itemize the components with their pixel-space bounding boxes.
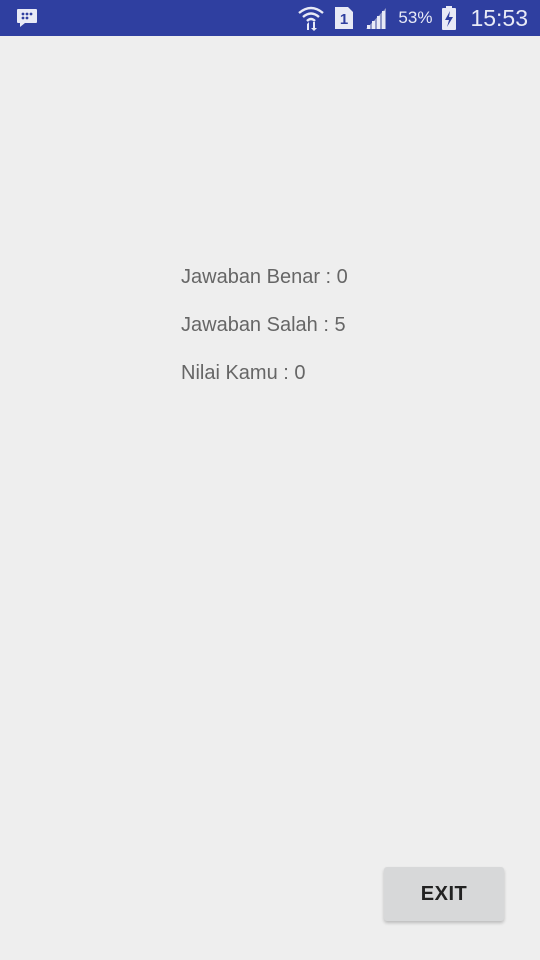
battery-percent: 53% [398,8,433,27]
wrong-answers-text: Jawaban Salah : 5 [181,314,346,336]
result-screen: Jawaban Benar : 0 Jawaban Salah : 5 Nila… [0,36,540,960]
correct-answers-text: Jawaban Benar : 0 [181,266,348,288]
battery-charging-icon [442,6,457,30]
sim-number: 1 [340,11,348,28]
status-time: 15:53 [470,4,528,31]
score-text: Nilai Kamu : 0 [181,362,306,384]
status-bar: 1 53% 15:53 [0,0,540,36]
wifi-icon [298,5,325,31]
exit-button[interactable]: EXIT [384,867,504,921]
status-icons: 1 53% 15:53 [298,0,528,36]
chat-bubble-icon [16,8,38,28]
sim-1-icon: 1 [334,6,354,30]
signal-icon [364,6,388,30]
